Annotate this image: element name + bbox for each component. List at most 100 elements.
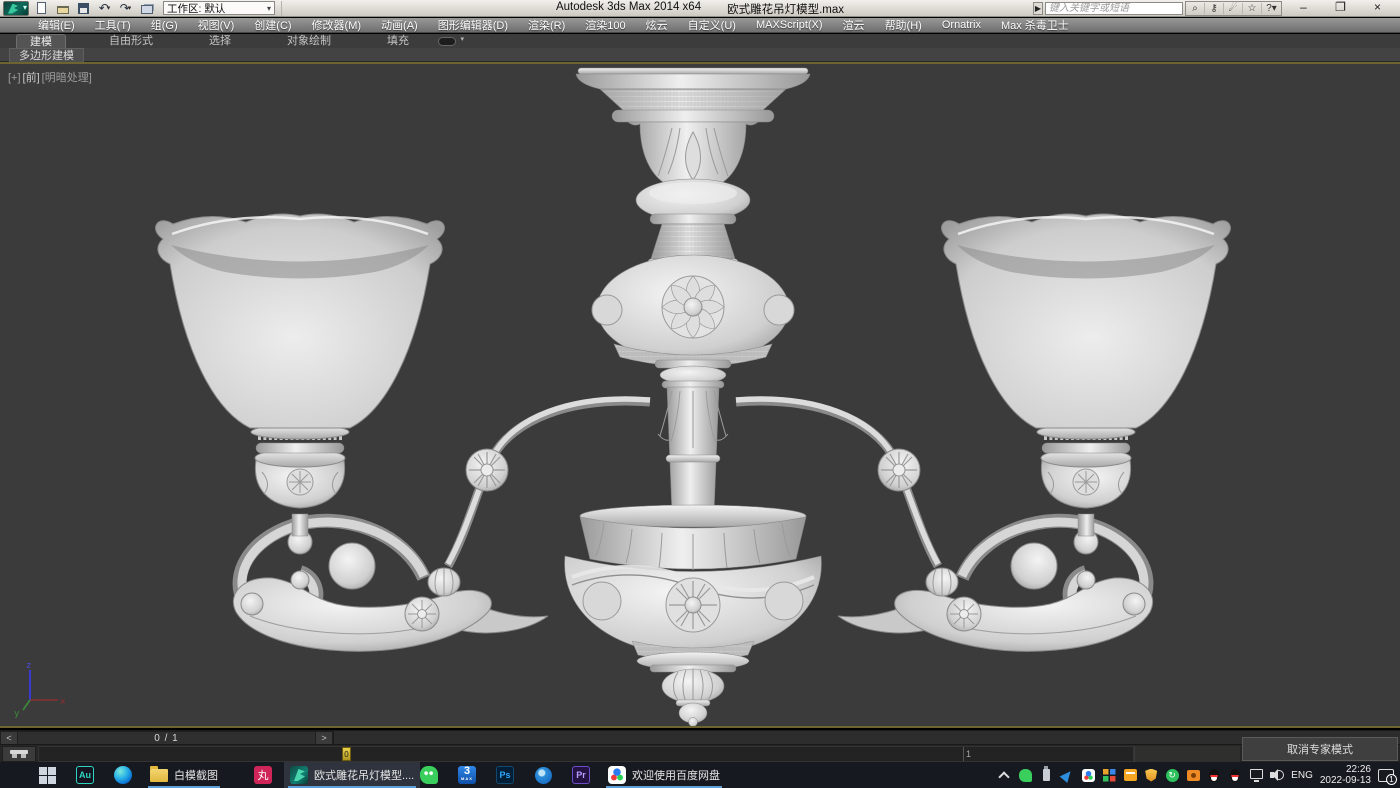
chandelier-model: z x y [0, 64, 1400, 726]
save-button[interactable] [75, 1, 92, 15]
start-button[interactable] [30, 762, 64, 788]
language-indicator[interactable]: ENG [1291, 770, 1313, 781]
redo-button[interactable]: ↷▾ [117, 1, 134, 15]
menu-item[interactable]: 动画(A) [371, 17, 428, 33]
close-button[interactable]: × [1359, 0, 1396, 16]
ribbon-minimize-button[interactable] [438, 37, 456, 46]
menu-item[interactable]: 修改器(M) [302, 17, 372, 33]
taskbar-photoshop[interactable]: Ps [488, 762, 522, 788]
menu-item[interactable]: 渲染(R) [518, 17, 575, 33]
tray-security[interactable] [1144, 768, 1158, 782]
menu-item[interactable]: 渲染100 [575, 17, 635, 33]
time-slider[interactable]: < 0 / 1 > [0, 731, 334, 745]
network-monitor-icon [1250, 769, 1263, 779]
axis-y-label: y [14, 709, 20, 719]
workspace-dropdown[interactable]: 工作区: 默认 ▾ [163, 1, 275, 15]
edge-browser-icon [114, 766, 132, 784]
tray-launcher[interactable] [1102, 768, 1116, 782]
taskbar-task-3dsmax[interactable]: 欧式雕花吊灯模型.... [284, 762, 420, 788]
tray-qq-1[interactable] [1207, 768, 1221, 782]
task-label: 欢迎使用百度网盘 [632, 767, 720, 783]
search-icon[interactable]: ⌕ [1186, 3, 1205, 14]
current-frame-marker[interactable]: 0 [342, 747, 351, 761]
undo-button[interactable]: ↶▾ [96, 1, 113, 15]
communication-icon[interactable]: ☄ [1224, 3, 1243, 14]
3dsmax-icon: 3MAX [458, 766, 476, 784]
menu-item[interactable]: 工具(T) [85, 17, 141, 33]
menu-item[interactable]: 炫云 [636, 17, 678, 33]
premiere-icon: Pr [572, 766, 590, 784]
set-project-folder-button[interactable] [138, 1, 155, 15]
viewport-menu-plus[interactable]: [+] [8, 72, 21, 84]
menu-item[interactable]: 自定义(U) [678, 17, 746, 33]
tray-calendar-app[interactable] [1123, 768, 1137, 782]
clock[interactable]: 22:26 2022-09-13 [1320, 764, 1371, 786]
taskbar: Au 白模截图 丸 欧式雕花吊灯模型.... 3MAX Ps Pr 欢迎使用百度… [0, 762, 1400, 788]
polygon-modeling-panel-tab[interactable]: 多边形建模 [9, 48, 84, 62]
menu-item[interactable]: 图形编辑器(D) [428, 17, 518, 33]
search-input[interactable] [1045, 2, 1183, 15]
taskbar-cloud-render[interactable] [526, 762, 560, 788]
infocenter-expand-icon[interactable]: ▶ [1033, 2, 1043, 15]
ribbon-tab[interactable]: 选择 [196, 34, 244, 48]
menu-item[interactable]: 组(G) [141, 17, 188, 33]
next-frame-button[interactable]: > [315, 731, 333, 745]
time-slider-handle[interactable]: 0 / 1 [18, 731, 315, 745]
ribbon-tab[interactable]: 填充 [374, 34, 422, 48]
notification-center-button[interactable]: 1 [1378, 769, 1394, 782]
new-file-button[interactable] [33, 1, 50, 15]
menu-item[interactable]: 渲云 [833, 17, 875, 33]
tray-usb[interactable] [1039, 768, 1053, 782]
menu-item[interactable]: Max 杀毒卫士 [991, 17, 1079, 33]
menu-item[interactable]: 视图(V) [188, 17, 245, 33]
wechat-icon [420, 766, 438, 784]
help-icon[interactable]: ?▾ [1262, 3, 1281, 14]
minimize-button[interactable]: – [1285, 0, 1322, 16]
redo-dropdown-caret[interactable]: ▾ [128, 4, 132, 12]
taskbar-task-netdisk[interactable]: 欢迎使用百度网盘 [602, 762, 726, 788]
taskbar-task-folder[interactable]: 白模截图 [144, 762, 224, 788]
taskbar-wan-app[interactable]: 丸 [246, 762, 280, 788]
taskbar-3dsmax-pinned[interactable]: 3MAX [450, 762, 484, 788]
application-menu-button[interactable] [3, 1, 29, 16]
tray-network[interactable] [1249, 768, 1263, 782]
tray-sync[interactable]: ↻ [1165, 768, 1179, 782]
track-bar[interactable]: 0 1 [38, 746, 1134, 762]
tray-volume[interactable] [1270, 768, 1284, 782]
menu-item[interactable]: 帮助(H) [875, 17, 932, 33]
tray-qq-2[interactable] [1228, 768, 1242, 782]
restore-button[interactable]: ❐ [1322, 0, 1359, 16]
taskbar-premiere[interactable]: Pr [564, 762, 598, 788]
taskbar-audition[interactable]: Au [68, 762, 102, 788]
menu-item[interactable]: MAXScript(X) [746, 19, 833, 31]
favorites-star-icon[interactable]: ☆ [1243, 3, 1262, 14]
task-label: 欧式雕花吊灯模型.... [314, 767, 414, 783]
workspace-label: 工作区: 默认 [167, 1, 225, 16]
viewport-view-menu[interactable]: [前] [23, 72, 40, 84]
previous-frame-button[interactable]: < [0, 731, 18, 745]
tray-expand-button[interactable] [997, 768, 1011, 782]
blue-arrow-icon [1060, 768, 1075, 783]
color-grid-icon [1103, 769, 1116, 782]
viewport-shading-menu[interactable]: [明暗处理] [42, 72, 92, 84]
ribbon-tab[interactable]: 自由形式 [96, 34, 166, 48]
viewport[interactable]: [+][前][明暗处理] [0, 62, 1400, 728]
tray-wechat[interactable] [1018, 768, 1032, 782]
menu-item[interactable]: Ornatrix [932, 19, 991, 31]
menu-item[interactable]: 创建(C) [244, 17, 301, 33]
key-icon[interactable]: ⚷ [1205, 3, 1224, 14]
mini-curve-editor-button[interactable] [2, 746, 36, 762]
ribbon-tab[interactable]: 建模 [16, 34, 66, 48]
ribbon-tab[interactable]: 对象绘制 [274, 34, 344, 48]
track-bar-row: 0 1 [0, 744, 1400, 762]
taskbar-wechat[interactable] [412, 762, 446, 788]
taskbar-edge[interactable] [106, 762, 140, 788]
title-bar: ↶▾ ↷▾ 工作区: 默认 ▾ Autodesk 3ds Max 2014 x6… [0, 0, 1400, 17]
tray-screenshot-tool[interactable] [1186, 768, 1200, 782]
open-file-button[interactable] [54, 1, 71, 15]
undo-dropdown-caret[interactable]: ▾ [107, 4, 111, 12]
tray-cursor-tool[interactable] [1060, 768, 1074, 782]
menu-item[interactable]: 编辑(E) [28, 17, 85, 33]
cancel-expert-mode-button[interactable]: 取消专家模式 [1242, 737, 1398, 761]
tray-baidu-netdisk[interactable] [1081, 768, 1095, 782]
